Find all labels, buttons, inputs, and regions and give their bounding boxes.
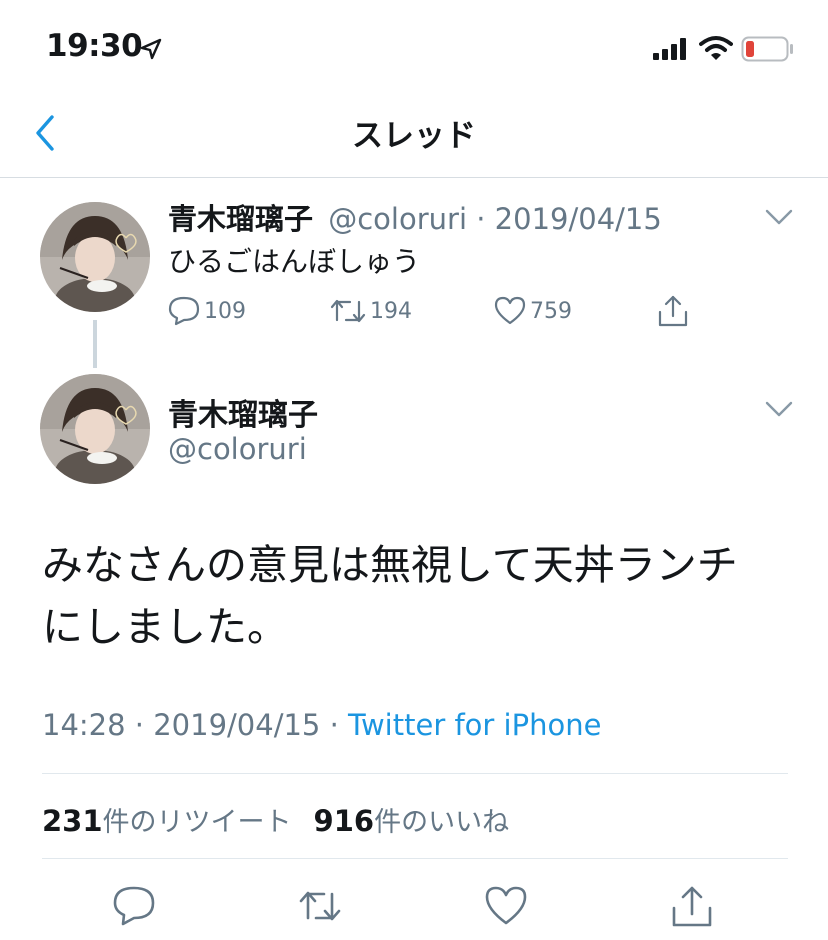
location-arrow-icon [140,38,162,60]
status-time: 19:30 [46,28,143,64]
chevron-down-icon[interactable] [765,208,793,226]
tweet-source-link[interactable]: Twitter for iPhone [348,708,601,742]
reply-button[interactable]: 109 [168,296,246,326]
meta-separator: · [320,708,349,742]
tweet-meta: 14:28 · 2019/04/15 · Twitter for iPhone [42,708,601,742]
tweet-time: 14:28 [42,708,126,742]
avatar[interactable] [40,374,150,484]
tweet-author-name[interactable]: 青木瑠璃子 [168,390,318,434]
tweet-date: 2019/04/15 [494,202,662,236]
avatar[interactable] [40,202,150,312]
tweet-header: 青木瑠璃子 @coloruri · 2019/04/15 [168,196,662,238]
reply-icon [168,296,200,326]
divider [42,773,788,774]
share-button[interactable] [657,294,689,328]
meta-separator: · [467,202,495,236]
reply-icon[interactable] [112,884,156,928]
like-count: 759 [530,298,572,324]
tweet-author-handle[interactable]: @coloruri [168,432,307,466]
like-button[interactable]: 759 [494,296,572,326]
tweet-text-line: みなさんの意見は無視して天丼ランチ [42,541,738,589]
battery-icon [741,36,793,62]
tweet-text-line: にしました。 [42,603,288,651]
retweet-count: 194 [370,298,412,324]
likes-stat[interactable]: 916件のいいね [313,804,510,838]
share-icon [658,295,688,327]
thread-connector-line [93,320,97,368]
reply-count: 109 [204,298,246,324]
retweet-icon [330,299,366,323]
signal-icon [653,38,686,60]
chevron-down-icon[interactable] [765,400,793,418]
tweet-text: ひるごはんぼしゅう [168,245,421,278]
likes-label: 件のいいね [374,807,510,838]
wifi-icon [699,36,733,60]
tweet-author-name[interactable]: 青木瑠璃子 [168,202,313,236]
retweet-button[interactable]: 194 [330,296,412,326]
page-title: スレッド [352,118,476,154]
tweet-date: 2019/04/15 [153,708,321,742]
like-icon [494,296,526,325]
like-icon[interactable] [484,884,528,928]
status-bar: 19:30 [0,0,828,96]
likes-count: 916 [313,804,375,838]
retweets-label: 件のリツイート [102,807,292,838]
retweets-count: 231 [42,804,103,838]
retweet-icon[interactable] [298,884,342,928]
share-icon[interactable] [670,884,714,928]
meta-separator: · [125,708,154,742]
tweet-text: みなさんの意見は無視して天丼ランチ にしました。 [42,534,802,658]
tweet-author-handle[interactable]: @coloruri [328,202,467,236]
retweets-stat[interactable]: 231件のリツイート [42,804,292,838]
divider [42,858,788,859]
tweet-stats: 231件のリツイート 916件のいいね [42,800,509,839]
nav-bar: スレッド [0,96,828,178]
